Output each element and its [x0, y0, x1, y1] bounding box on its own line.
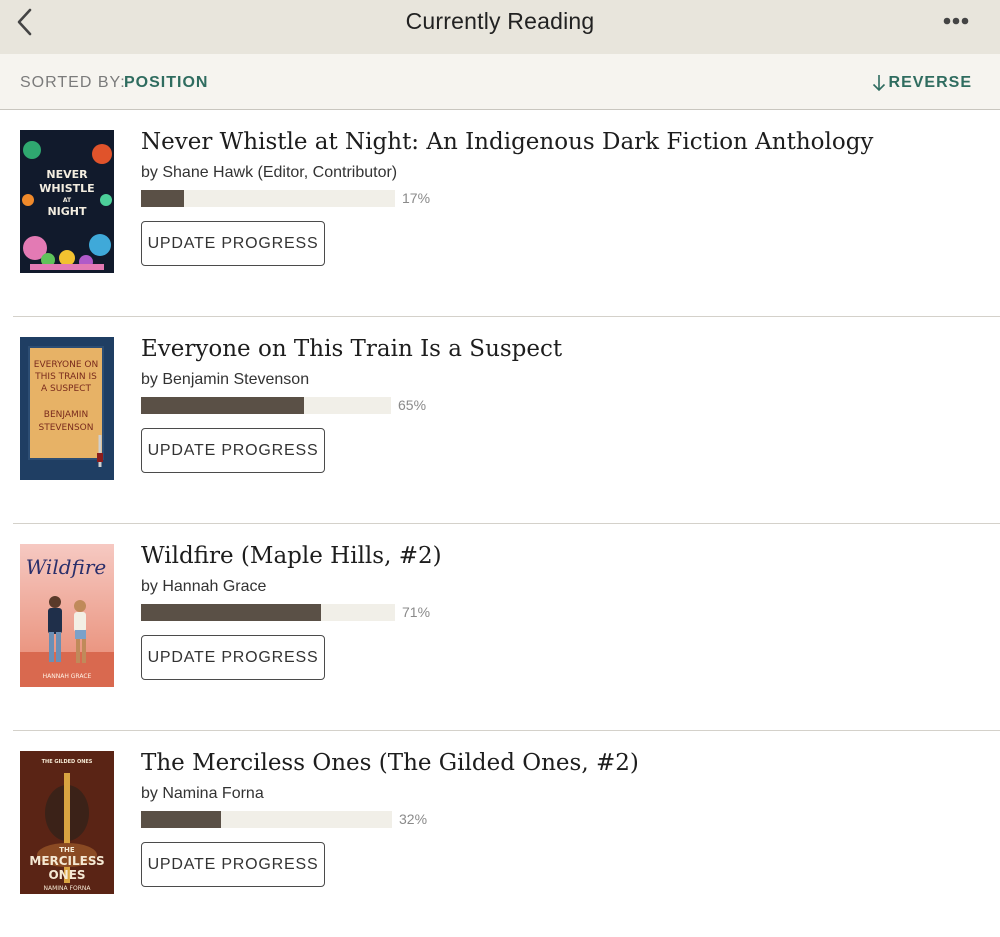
book-cover[interactable]: Wildfire HANNAH GRACE: [20, 544, 114, 687]
cover-text: THE: [59, 846, 75, 854]
cover-text: NEVER: [46, 168, 88, 181]
cover-text: A SUSPECT: [41, 384, 91, 394]
book-cover[interactable]: THE GILDED ONES THE MERCILESS ONES NAMIN…: [20, 751, 114, 894]
book-title[interactable]: The Merciless Ones (The Gilded Ones, #2): [141, 750, 639, 776]
update-progress-button[interactable]: UPDATE PROGRESS: [141, 428, 325, 473]
list-item: NEVER WHISTLE AT NIGHT Never Whistle at …: [13, 110, 1000, 317]
list-item: Wildfire HANNAH GRACE Wildfire (Maple Hi…: [13, 524, 1000, 731]
update-progress-button[interactable]: UPDATE PROGRESS: [141, 221, 325, 266]
page-title: Currently Reading: [405, 8, 595, 34]
arrow-down-icon: [872, 75, 885, 92]
cover-text: STEVENSON: [38, 423, 93, 433]
more-dots-icon: [943, 17, 969, 25]
more-options-button[interactable]: [942, 8, 974, 34]
cover-text: NIGHT: [47, 205, 87, 218]
cover-text: MERCILESS: [29, 854, 104, 868]
cover-text: NAMINA FORNA: [44, 885, 92, 892]
list-item: THE GILDED ONES THE MERCILESS ONES NAMIN…: [13, 731, 1000, 937]
book-title[interactable]: Wildfire (Maple Hills, #2): [141, 543, 442, 569]
progress-percent: 71%: [402, 604, 431, 620]
progress-percent: 65%: [398, 397, 427, 413]
sort-label: SORTED BY:: [20, 74, 126, 91]
progress-bar: [141, 397, 391, 414]
cover-text: BENJAMIN: [44, 410, 88, 420]
cover-text: ONES: [48, 868, 85, 882]
book-author: by Hannah Grace: [141, 578, 267, 595]
book-title[interactable]: Everyone on This Train Is a Suspect: [141, 336, 562, 362]
cover-text: EVERYONE ON: [34, 360, 98, 370]
cover-text: Wildfire: [26, 555, 107, 579]
update-progress-button[interactable]: UPDATE PROGRESS: [141, 635, 325, 680]
book-author: by Shane Hawk (Editor, Contributor): [141, 164, 398, 181]
cover-text: THIS TRAIN IS: [34, 372, 97, 382]
book-cover[interactable]: EVERYONE ON THIS TRAIN IS A SUSPECT BENJ…: [20, 337, 114, 480]
update-progress-button[interactable]: UPDATE PROGRESS: [141, 842, 325, 887]
progress-bar: [141, 811, 392, 828]
cover-text: AT: [63, 197, 72, 204]
book-title[interactable]: Never Whistle at Night: An Indigenous Da…: [141, 129, 873, 155]
progress-fill: [141, 190, 185, 207]
progress-percent: 17%: [402, 190, 431, 206]
reverse-label: REVERSE: [888, 74, 972, 91]
progress-percent: 32%: [399, 811, 428, 827]
sort-bar: SORTED BY: POSITION REVERSE: [0, 54, 1000, 110]
book-list: NEVER WHISTLE AT NIGHT Never Whistle at …: [0, 110, 1000, 937]
sort-value-button[interactable]: POSITION: [124, 74, 208, 92]
navigation-bar: Currently Reading: [0, 0, 1000, 54]
cover-text: THE GILDED ONES: [42, 759, 93, 765]
progress-fill: [141, 811, 222, 828]
progress-fill: [141, 604, 322, 621]
cover-text: HANNAH GRACE: [43, 673, 92, 680]
list-item: EVERYONE ON THIS TRAIN IS A SUSPECT BENJ…: [13, 317, 1000, 524]
book-cover[interactable]: NEVER WHISTLE AT NIGHT: [20, 130, 114, 273]
book-author: by Namina Forna: [141, 785, 264, 802]
progress-fill: [141, 397, 304, 414]
cover-text: WHISTLE: [39, 182, 94, 195]
progress-bar: [141, 604, 395, 621]
reverse-button[interactable]: REVERSE: [872, 72, 972, 94]
progress-bar: [141, 190, 395, 207]
book-author: by Benjamin Stevenson: [141, 371, 310, 388]
